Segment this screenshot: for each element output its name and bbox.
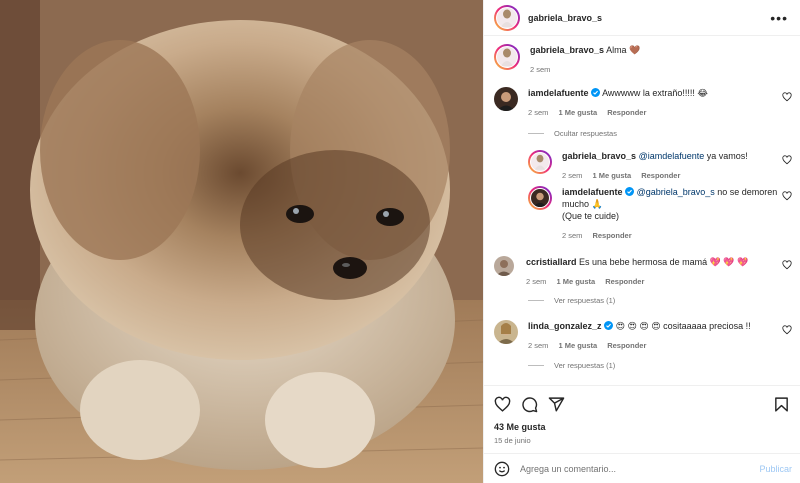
toggle-label: Ver respuestas (1)	[554, 296, 616, 305]
reply: gabriela_bravo_s @iamdelafuente ya vamos…	[528, 150, 792, 182]
like-count[interactable]: 43 Me gusta	[494, 422, 546, 432]
puppy-image	[0, 0, 483, 483]
reply-button[interactable]: Responder	[605, 276, 644, 288]
reply-button[interactable]: Responder	[607, 107, 646, 119]
hide-replies-button[interactable]: Ocultar respuestas	[528, 129, 617, 138]
comment-input[interactable]: Agrega un comentario...	[520, 464, 759, 474]
avatar[interactable]	[494, 320, 518, 344]
verified-icon	[625, 187, 635, 196]
caption-text: Alma 🤎	[606, 45, 641, 55]
verified-icon	[591, 88, 601, 97]
comment-composer: Agrega un comentario... Publicar	[484, 453, 800, 483]
mention-link[interactable]: @gabriela_bravo_s	[637, 187, 715, 197]
comment-age: 2 sem	[528, 108, 549, 117]
comment-username[interactable]: gabriela_bravo_s	[562, 151, 636, 161]
bookmark-icon[interactable]	[773, 396, 790, 413]
comment-list[interactable]: gabriela_bravo_s Alma 🤎 2 sem iamdelafue…	[484, 36, 800, 385]
avatar[interactable]	[528, 150, 552, 174]
comment: linda_gonzalez_z 😍 😍 😍 😍 cositaaaaa prec…	[494, 320, 792, 352]
reply-button[interactable]: Responder	[592, 230, 631, 242]
comment-text-line2: (Que te cuide)	[562, 211, 620, 221]
comment-username[interactable]: linda_gonzalez_z	[528, 321, 602, 331]
comment-icon[interactable]	[521, 396, 538, 413]
toggle-label: Ver respuestas (1)	[554, 361, 616, 370]
comments-panel: gabriela_bravo_s ••• gabriela_bravo_s Al…	[483, 0, 800, 483]
avatar[interactable]	[494, 44, 520, 70]
author-username[interactable]: gabriela_bravo_s	[528, 13, 770, 23]
avatar[interactable]	[494, 87, 518, 111]
reply: iamdelafuente @gabriela_bravo_s no se de…	[528, 186, 792, 242]
post-comment-button[interactable]: Publicar	[759, 464, 792, 474]
action-icons	[494, 396, 790, 414]
like-comment-icon[interactable]	[782, 92, 792, 102]
like-comment-icon[interactable]	[782, 191, 792, 201]
like-comment-icon[interactable]	[782, 325, 792, 335]
comment-text: Es una bebe hermosa de mamá 💖 💖 💖	[579, 257, 749, 267]
like-comment-icon[interactable]	[782, 260, 792, 270]
caption-age: 2 sem	[530, 65, 551, 74]
post-actions: 43 Me gusta 15 de junio	[484, 385, 800, 453]
emoji-icon[interactable]	[494, 461, 510, 477]
comment-text: Awwwww la extraño!!!!! 😂	[602, 88, 708, 98]
caption-username[interactable]: gabriela_bravo_s	[530, 45, 604, 55]
comment: iamdelafuente Awwwww la extraño!!!!! 😂 2…	[494, 87, 792, 119]
author-avatar[interactable]	[494, 4, 520, 31]
post-header: gabriela_bravo_s •••	[484, 0, 800, 36]
comment-likes[interactable]: 1 Me gusta	[556, 276, 595, 288]
comment-username[interactable]: ccristiallard	[526, 257, 577, 267]
post-date: 15 de junio	[494, 436, 531, 445]
view-replies-button[interactable]: Ver respuestas (1)	[528, 361, 615, 370]
reply-button[interactable]: Responder	[607, 340, 646, 352]
post-photo[interactable]	[0, 0, 483, 483]
comment-username[interactable]: iamdelafuente	[528, 88, 589, 98]
comment-text: 😍 😍 😍 😍 cositaaaaa preciosa !!	[615, 321, 751, 331]
view-replies-button[interactable]: Ver respuestas (1)	[528, 296, 615, 305]
caption: gabriela_bravo_s Alma 🤎 2 sem	[494, 44, 792, 76]
comment-likes[interactable]: 1 Me gusta	[558, 340, 597, 352]
comment-likes[interactable]: 1 Me gusta	[592, 170, 631, 182]
comment-age: 2 sem	[528, 341, 549, 350]
comment-likes[interactable]: 1 Me gusta	[558, 107, 597, 119]
heart-icon[interactable]	[494, 396, 511, 413]
avatar[interactable]	[494, 256, 514, 276]
toggle-label: Ocultar respuestas	[554, 129, 617, 138]
mention-link[interactable]: @iamdelafuente	[639, 151, 705, 161]
comment-age: 2 sem	[562, 231, 583, 240]
comment: ccristiallard Es una bebe hermosa de mam…	[494, 256, 792, 288]
comment-age: 2 sem	[562, 171, 583, 180]
more-icon[interactable]: •••	[770, 10, 788, 26]
like-comment-icon[interactable]	[782, 155, 792, 165]
avatar[interactable]	[528, 186, 552, 210]
verified-icon	[604, 321, 614, 330]
comment-text: ya vamos!	[704, 151, 748, 161]
comment-username[interactable]: iamdelafuente	[562, 187, 623, 197]
comment-age: 2 sem	[526, 277, 547, 286]
share-icon[interactable]	[548, 396, 565, 413]
reply-button[interactable]: Responder	[641, 170, 680, 182]
post-viewer: gabriela_bravo_s ••• gabriela_bravo_s Al…	[0, 0, 800, 483]
